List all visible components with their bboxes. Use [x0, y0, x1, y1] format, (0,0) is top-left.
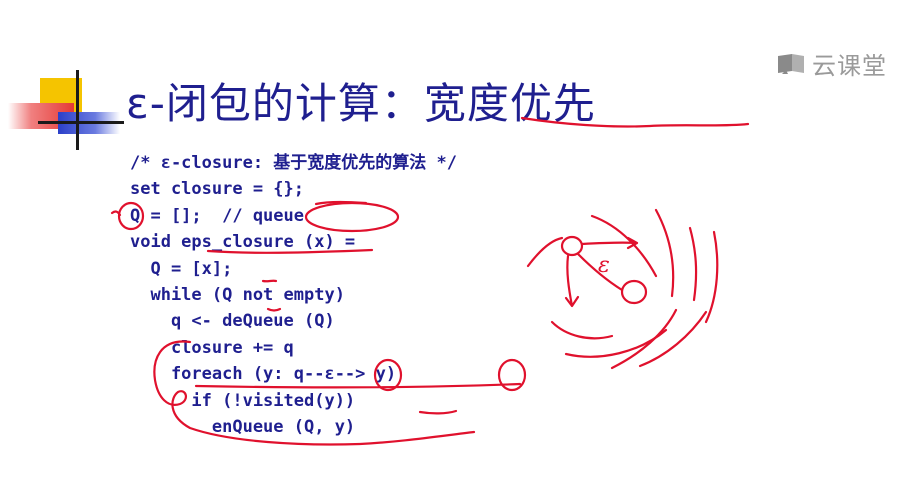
slide: ε-闭包的计算：宽度优先 云课堂 /* ε-closure: 基于宽度优先的算法…	[0, 0, 921, 493]
watermark: 云课堂	[776, 46, 887, 81]
cloud-classroom-logo-icon	[778, 53, 804, 74]
diagram-node-top-mark	[560, 235, 584, 257]
diagram-arrow-right-mark	[580, 236, 639, 250]
wave-arc-9	[638, 310, 708, 368]
wave-arc-7	[704, 230, 719, 324]
code-block: /* ε-closure: 基于宽度优先的算法 */ set closure = …	[130, 150, 457, 440]
wave-arc-1	[526, 236, 564, 268]
watermark-text: 云课堂	[812, 52, 887, 80]
diagram-epsilon-label: ε	[598, 253, 610, 278]
code-line-if-visited: if (!visited(y))	[130, 390, 356, 411]
wave-arc-5	[654, 208, 675, 298]
code-line-set-closure: set closure = {};	[130, 179, 304, 200]
code-line-closure-add: closure += q	[130, 337, 294, 358]
diagram-node-bottom-mark	[620, 279, 648, 305]
code-line-dequeue: q <- deQueue (Q)	[130, 311, 335, 332]
code-line-comment: /* ε-closure: 基于宽度优先的算法 */	[130, 153, 457, 173]
slide-title: ε-闭包的计算：宽度优先	[126, 79, 596, 128]
diagram-diagonal-mark	[576, 252, 624, 292]
code-line-while: while (Q not empty)	[130, 284, 345, 305]
decor-vertical-line	[76, 70, 79, 150]
wave-arc-2	[550, 320, 614, 340]
diagram-arrow-down-mark	[564, 254, 580, 308]
decor-horizontal-line	[38, 121, 124, 124]
wave-arc-3	[564, 328, 668, 358]
wave-arc-6	[688, 226, 698, 302]
code-line-queue-decl: Q = []; // queue	[130, 205, 304, 226]
y-foreach-circle-mark	[497, 358, 527, 392]
code-line-func-def: void eps_closure (x) =	[130, 232, 356, 253]
code-line-foreach: foreach (y: q--ε--> y)	[130, 364, 397, 385]
q-left-tick-mark	[110, 210, 122, 217]
code-line-queue-init: Q = [x];	[130, 258, 233, 279]
code-line-enqueue: enQueue (Q, y)	[130, 416, 356, 437]
wave-arc-8	[610, 308, 678, 370]
wave-arc-4	[590, 214, 658, 278]
